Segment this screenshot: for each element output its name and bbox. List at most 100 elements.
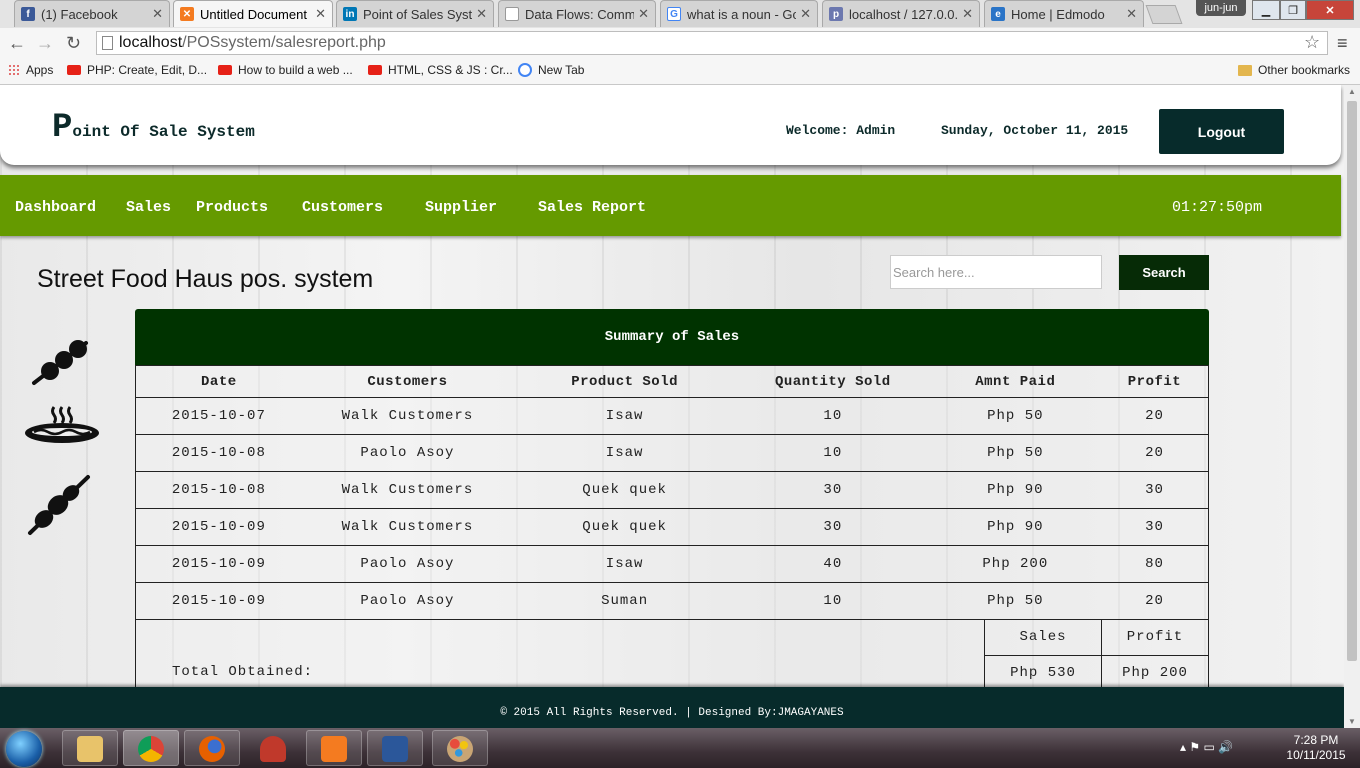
bookmark-build-web[interactable]: How to build a web ... bbox=[218, 63, 353, 77]
system-date: 10/11/2015 bbox=[1286, 748, 1346, 762]
apps-icon bbox=[8, 64, 20, 76]
ccleaner-icon bbox=[260, 736, 286, 762]
tab-title: (1) Facebook bbox=[41, 6, 118, 22]
close-icon[interactable]: ✕ bbox=[1126, 6, 1137, 22]
cell-quantity: 30 bbox=[736, 508, 930, 546]
tab-edmodo[interactable]: e Home | Edmodo ✕ bbox=[984, 0, 1144, 27]
taskbar-word[interactable] bbox=[367, 730, 423, 766]
vertical-scrollbar[interactable]: ▲ ▼ bbox=[1344, 85, 1360, 728]
url-path: /POSsystem/salesreport.php bbox=[182, 34, 386, 51]
facebook-icon: f bbox=[21, 7, 35, 21]
system-tray-icons[interactable]: ▴ ⚑ ▭ 🔊 bbox=[1180, 740, 1233, 754]
table-header-row: Date Customers Product Sold Quantity Sol… bbox=[134, 365, 1209, 398]
cell-customer: Paolo Asoy bbox=[301, 582, 514, 620]
nav-supplier[interactable]: Supplier bbox=[425, 199, 497, 216]
new-tab-button[interactable] bbox=[1145, 5, 1183, 24]
nav-dashboard[interactable]: Dashboard bbox=[15, 199, 96, 216]
cell-amount: Php 90 bbox=[929, 471, 1101, 509]
cell-quantity: 40 bbox=[736, 545, 930, 583]
close-icon[interactable]: ✕ bbox=[638, 6, 649, 22]
maximize-button[interactable]: ❐ bbox=[1280, 0, 1306, 20]
youtube-icon bbox=[218, 65, 232, 75]
scroll-thumb[interactable] bbox=[1347, 101, 1357, 661]
bookmark-apps[interactable]: Apps bbox=[8, 63, 53, 77]
tab-data-flows[interactable]: Data Flows: Commo ✕ bbox=[498, 0, 656, 27]
tab-title: Data Flows: Commo bbox=[525, 6, 635, 22]
logout-button[interactable]: Logout bbox=[1159, 109, 1284, 154]
scroll-down-icon[interactable]: ▼ bbox=[1348, 717, 1356, 726]
nav-products[interactable]: Products bbox=[196, 199, 268, 216]
forward-icon[interactable]: → bbox=[36, 33, 54, 54]
brand-initial: P bbox=[52, 109, 73, 147]
tab-google-search[interactable]: G what is a noun - Go ✕ bbox=[660, 0, 818, 27]
total-profit-value: Php 200 bbox=[1101, 656, 1208, 691]
search-button[interactable]: Search bbox=[1119, 255, 1209, 290]
bookmark-label: New Tab bbox=[538, 63, 585, 77]
taskbar-explorer[interactable] bbox=[62, 730, 118, 766]
bookmark-new-tab[interactable]: New Tab bbox=[518, 63, 584, 77]
cell-profit: 30 bbox=[1100, 508, 1209, 546]
menu-icon[interactable]: ≡ bbox=[1337, 33, 1348, 54]
windows-taskbar: ▴ ⚑ ▭ 🔊 7:28 PM 10/11/2015 bbox=[0, 728, 1360, 768]
tab-facebook[interactable]: f (1) Facebook ✕ bbox=[14, 0, 170, 27]
taskbar-firefox[interactable] bbox=[184, 730, 240, 766]
cell-date: 2015-10-07 bbox=[134, 397, 302, 435]
url-host: localhost bbox=[119, 34, 183, 51]
skewer-balls-icon bbox=[32, 340, 88, 385]
bookmark-html-css-js[interactable]: HTML, CSS & JS : Cr... bbox=[368, 63, 513, 77]
other-bookmarks[interactable]: Other bookmarks bbox=[1238, 63, 1350, 77]
close-icon[interactable]: ✕ bbox=[476, 6, 487, 22]
paint-icon bbox=[447, 736, 473, 762]
page-info-icon[interactable] bbox=[102, 36, 113, 50]
close-window-button[interactable]: ✕ bbox=[1306, 0, 1354, 20]
minimize-button[interactable]: ▁ bbox=[1252, 0, 1280, 20]
close-icon[interactable]: ✕ bbox=[315, 6, 326, 22]
cell-product: Quek quek bbox=[513, 471, 737, 509]
cell-date: 2015-10-09 bbox=[134, 508, 302, 546]
table-row: 2015-10-08 Walk Customers Quek quek 30 P… bbox=[134, 471, 1209, 509]
close-icon[interactable]: ✕ bbox=[800, 6, 811, 22]
cell-product: Suman bbox=[513, 582, 737, 620]
xampp-icon: ✕ bbox=[180, 7, 194, 21]
page-icon bbox=[505, 7, 519, 21]
bookmark-php-create[interactable]: PHP: Create, Edit, D... bbox=[67, 63, 207, 77]
system-clock[interactable]: 7:28 PM 10/11/2015 bbox=[1276, 733, 1356, 763]
cell-profit: 20 bbox=[1100, 582, 1209, 620]
close-icon[interactable]: ✕ bbox=[962, 6, 973, 22]
cell-quantity: 10 bbox=[736, 582, 930, 620]
cell-profit: 20 bbox=[1100, 434, 1209, 472]
folder-icon bbox=[1238, 64, 1252, 76]
cell-amount: Php 50 bbox=[929, 434, 1101, 472]
profile-chip[interactable]: jun-jun bbox=[1196, 0, 1246, 16]
system-time: 7:28 PM bbox=[1293, 733, 1339, 747]
taskbar-chrome[interactable] bbox=[123, 730, 179, 766]
search-input[interactable] bbox=[890, 255, 1102, 289]
table-row: 2015-10-09 Paolo Asoy Isaw 40 Php 200 80 bbox=[134, 545, 1209, 583]
nav-sales[interactable]: Sales bbox=[126, 199, 171, 216]
nav-sales-report[interactable]: Sales Report bbox=[538, 199, 646, 216]
taskbar-paint[interactable] bbox=[432, 730, 488, 766]
scroll-up-icon[interactable]: ▲ bbox=[1348, 87, 1356, 96]
taskbar-ccleaner[interactable] bbox=[245, 730, 301, 766]
tab-untitled-document[interactable]: ✕ Untitled Document ✕ bbox=[173, 0, 333, 27]
window-controls: ▁ ❐ ✕ bbox=[1252, 0, 1354, 20]
cell-amount: Php 90 bbox=[929, 508, 1101, 546]
bookmark-label: Apps bbox=[26, 63, 54, 77]
tab-point-of-sales[interactable]: in Point of Sales Syster ✕ bbox=[336, 0, 494, 27]
tab-phpmyadmin[interactable]: p localhost / 127.0.0.1 ✕ bbox=[822, 0, 980, 27]
nav-customers[interactable]: Customers bbox=[302, 199, 383, 216]
taskbar-xampp[interactable] bbox=[306, 730, 362, 766]
reload-icon[interactable]: ↻ bbox=[66, 33, 81, 54]
main-nav: Dashboard Sales Products Customers Suppl… bbox=[0, 175, 1341, 236]
address-bar[interactable]: localhost/POSsystem/salesreport.php bbox=[96, 31, 1328, 55]
word-icon bbox=[382, 736, 408, 762]
cell-product: Isaw bbox=[513, 397, 737, 435]
start-button[interactable] bbox=[6, 731, 42, 767]
bookmark-star-icon[interactable]: ☆ bbox=[1304, 32, 1320, 53]
bookmark-label: How to build a web ... bbox=[238, 63, 353, 77]
bookmarks-bar: Apps PHP: Create, Edit, D... How to buil… bbox=[0, 58, 1360, 85]
back-icon[interactable]: ← bbox=[8, 33, 26, 54]
close-icon[interactable]: ✕ bbox=[152, 6, 163, 22]
sales-report: Summary of Sales Date Customers Product … bbox=[134, 309, 1209, 692]
browser-tabstrip: f (1) Facebook ✕ ✕ Untitled Document ✕ i… bbox=[0, 0, 1360, 28]
